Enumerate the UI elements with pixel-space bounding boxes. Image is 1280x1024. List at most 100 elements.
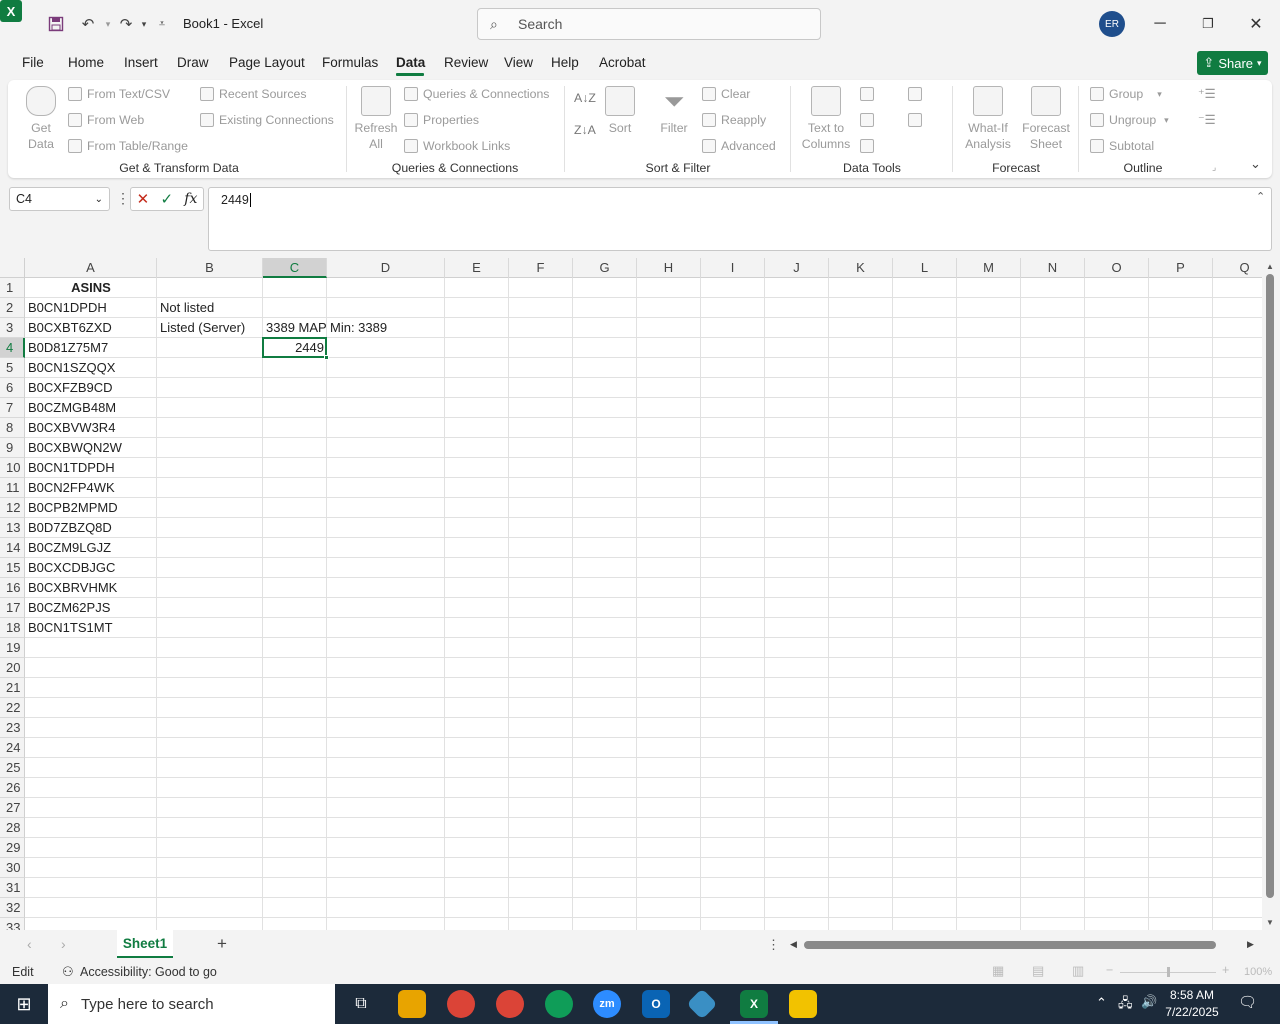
zoom-level[interactable]: 100%	[1244, 966, 1272, 978]
app-diamond-icon[interactable]	[686, 988, 718, 1020]
row-header-13[interactable]: 13	[0, 518, 25, 538]
search-box[interactable]: ⌕ Search	[477, 8, 821, 40]
cell-a17[interactable]: B0CZM62PJS	[25, 598, 110, 618]
cancel-icon[interactable]: ✕	[137, 190, 150, 208]
row-header-15[interactable]: 15	[0, 558, 25, 578]
reapply-button[interactable]: Reapply	[702, 110, 766, 130]
sheet-tab-sheet1[interactable]: Sheet1	[117, 930, 173, 958]
cell-b2[interactable]: Not listed	[157, 298, 214, 318]
tab-data[interactable]: Data	[396, 55, 425, 70]
column-header-b[interactable]: B	[157, 258, 263, 278]
consolidate-button[interactable]	[908, 84, 927, 104]
cell-a18[interactable]: B0CN1TS1MT	[25, 618, 113, 638]
taskbar-search[interactable]: ⌕ Type here to search	[48, 984, 335, 1024]
row-header-18[interactable]: 18	[0, 618, 25, 638]
filter-button[interactable]: ⏷ Filter	[656, 86, 692, 136]
zoom-out-icon[interactable]: −	[1106, 963, 1113, 977]
new-sheet-icon[interactable]: +	[217, 934, 227, 954]
group-button[interactable]: Group ▾	[1090, 84, 1162, 104]
tab-help[interactable]: Help	[551, 55, 579, 70]
column-header-n[interactable]: N	[1021, 258, 1085, 278]
row-header-24[interactable]: 24	[0, 738, 25, 758]
column-header-f[interactable]: F	[509, 258, 573, 278]
tab-page-layout[interactable]: Page Layout	[229, 55, 305, 70]
scroll-left-icon[interactable]: ◀	[790, 939, 797, 950]
normal-view-icon[interactable]: ▦	[992, 963, 1004, 979]
column-header-h[interactable]: H	[637, 258, 701, 278]
existing-connections-button[interactable]: Existing Connections	[200, 110, 334, 130]
row-header-12[interactable]: 12	[0, 498, 25, 518]
page-layout-view-icon[interactable]: ▤	[1032, 963, 1044, 979]
hide-detail-button[interactable]: ⁻☰	[1198, 110, 1216, 130]
workbook-links-button[interactable]: Workbook Links	[404, 136, 510, 156]
row-header-7[interactable]: 7	[0, 398, 25, 418]
page-break-view-icon[interactable]: ▥	[1072, 963, 1084, 979]
row-header-14[interactable]: 14	[0, 538, 25, 558]
excel-taskbar-icon[interactable]: X	[740, 990, 768, 1018]
cell-a12[interactable]: B0CPB2MPMD	[25, 498, 118, 518]
tab-insert[interactable]: Insert	[124, 55, 158, 70]
insert-function-icon[interactable]: fx	[184, 191, 197, 207]
scroll-right-icon[interactable]: ▶	[1247, 939, 1254, 950]
chrome-profile-2-icon[interactable]	[545, 990, 573, 1018]
file-explorer-icon[interactable]	[398, 990, 426, 1018]
data-validation-button[interactable]	[860, 136, 879, 156]
tab-acrobat[interactable]: Acrobat	[599, 55, 646, 70]
forecast-sheet-button[interactable]: Forecast Sheet	[1020, 86, 1072, 152]
column-header-e[interactable]: E	[445, 258, 509, 278]
cell-a16[interactable]: B0CXBRVHMK	[25, 578, 117, 598]
tab-file[interactable]: File	[22, 55, 44, 70]
recent-sources-button[interactable]: Recent Sources	[200, 84, 307, 104]
row-header-19[interactable]: 19	[0, 638, 25, 658]
fill-handle[interactable]	[324, 355, 329, 360]
row-header-10[interactable]: 10	[0, 458, 25, 478]
row-header-21[interactable]: 21	[0, 678, 25, 698]
dialog-launcher-icon[interactable]: ⌟	[1212, 162, 1216, 173]
save-icon[interactable]	[44, 12, 68, 36]
zoom-app-icon[interactable]: zm	[593, 990, 621, 1018]
column-header-c[interactable]: C	[263, 258, 327, 278]
row-header-1[interactable]: 1	[0, 278, 25, 298]
properties-button[interactable]: Properties	[404, 110, 479, 130]
row-header-29[interactable]: 29	[0, 838, 25, 858]
vertical-scroll-thumb[interactable]	[1266, 274, 1274, 898]
column-header-g[interactable]: G	[573, 258, 637, 278]
show-detail-button[interactable]: ⁺☰	[1198, 84, 1216, 104]
cell-a7[interactable]: B0CZMGB48M	[25, 398, 116, 418]
customize-qat-icon[interactable]: ⩡	[150, 12, 174, 36]
enter-icon[interactable]: ✓	[160, 190, 173, 208]
cell-a4[interactable]: B0D81Z75M7	[25, 338, 108, 358]
cell-a5[interactable]: B0CN1SZQQX	[25, 358, 115, 378]
cell-a13[interactable]: B0D7ZBZQ8D	[25, 518, 112, 538]
restore-icon[interactable]: ❐	[1196, 12, 1220, 36]
cell-a6[interactable]: B0CXFZB9CD	[25, 378, 113, 398]
network-icon[interactable]: 🖧	[1118, 994, 1133, 1016]
text-to-columns-button[interactable]: Text to Columns	[798, 86, 854, 152]
horizontal-scroll-thumb[interactable]	[804, 941, 1216, 949]
tab-view[interactable]: View	[504, 55, 533, 70]
close-icon[interactable]: ✕	[1244, 12, 1268, 36]
more-options-icon[interactable]: ⋮	[116, 190, 130, 207]
column-header-a[interactable]: A	[25, 258, 157, 278]
row-header-30[interactable]: 30	[0, 858, 25, 878]
vertical-scrollbar[interactable]: ▲ ▼	[1262, 258, 1280, 930]
refresh-all-button[interactable]: Refresh All	[354, 86, 398, 152]
zoom-slider-thumb[interactable]	[1167, 967, 1170, 977]
row-header-25[interactable]: 25	[0, 758, 25, 778]
windows-start-icon[interactable]: ⊞	[10, 990, 38, 1018]
chrome-profile-icon[interactable]	[496, 990, 524, 1018]
column-header-o[interactable]: O	[1085, 258, 1149, 278]
column-header-i[interactable]: I	[701, 258, 765, 278]
sticky-notes-icon[interactable]	[789, 990, 817, 1018]
scroll-up-icon[interactable]: ▲	[1266, 262, 1274, 271]
minimize-icon[interactable]: ─	[1148, 12, 1172, 36]
cell-d3[interactable]: Min: 3389	[327, 318, 387, 338]
row-header-27[interactable]: 27	[0, 798, 25, 818]
column-header-l[interactable]: L	[893, 258, 957, 278]
remove-duplicates-button[interactable]	[860, 110, 879, 130]
queries-connections-button[interactable]: Queries & Connections	[404, 84, 549, 104]
row-header-2[interactable]: 2	[0, 298, 25, 318]
chrome-icon[interactable]	[447, 990, 475, 1018]
cell-a15[interactable]: B0CXCDBJGC	[25, 558, 115, 578]
tab-formulas[interactable]: Formulas	[322, 55, 378, 70]
